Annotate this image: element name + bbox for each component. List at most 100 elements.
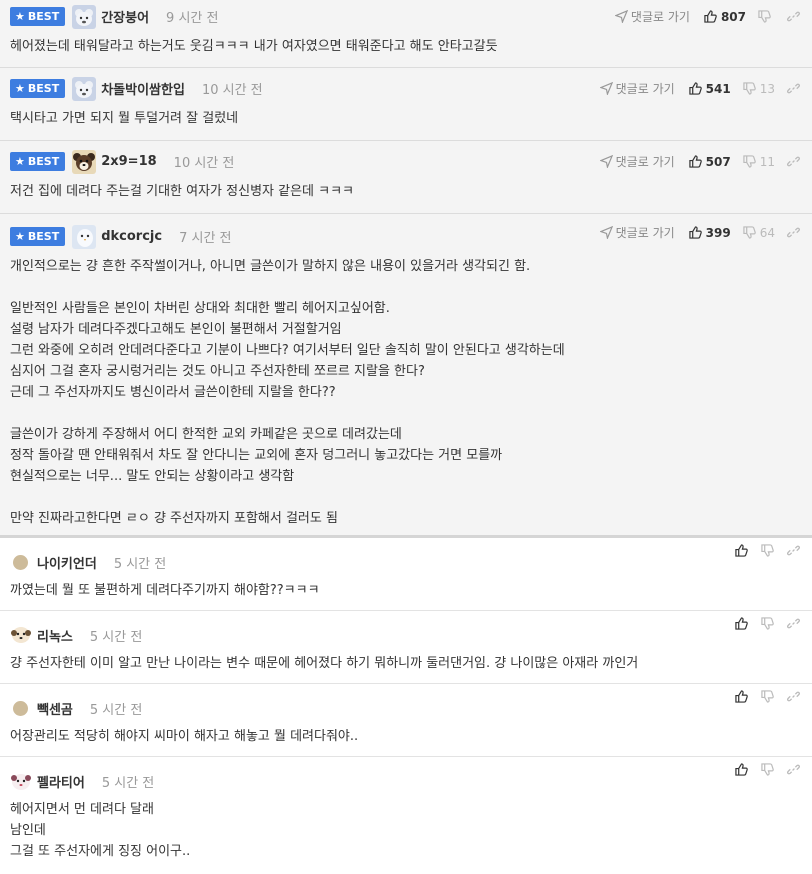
send-icon: [599, 226, 613, 239]
downvote-count: 11: [759, 154, 775, 169]
avatar[interactable]: [72, 4, 97, 29]
best-badge: ★ BEST: [10, 152, 66, 171]
comment-line: 정작 돌아갈 땐 안태워줘서 차도 잘 안다니는 교외에 혼자 덩그러니 놓고갔…: [10, 448, 503, 463]
downvote-button[interactable]: 64: [743, 226, 775, 240]
thumbs-down-icon[interactable]: [761, 689, 774, 703]
star-icon: ★: [15, 82, 25, 95]
comment-line: 그런 와중에 오히려 안데려다준다고 기분이 나쁘다? 여기서부터 일단 솔직히…: [10, 343, 565, 358]
comment-header: 펠라티어 5 시간 전: [10, 762, 802, 799]
comment-line: 남인데: [10, 823, 46, 838]
comment-line: 저건 집에 데려다 주는걸 기대한 여자가 정신병자 같은데 ㅋㅋㅋ: [10, 184, 355, 199]
comment-line: 만약 진짜라고한다면 ㄹㅇ 걍 주선자까지 포함해서 걸러도 됨: [10, 511, 338, 526]
thumbs-up-icon[interactable]: [735, 616, 748, 630]
comment-tools: 댓글로 가기 507 11: [599, 145, 800, 178]
thumbs-down-icon: [743, 226, 756, 239]
downvote-button[interactable]: 11: [743, 155, 775, 169]
avatar[interactable]: [13, 700, 28, 716]
star-icon: ★: [15, 230, 25, 243]
send-icon: [614, 10, 628, 23]
star-icon: ★: [15, 155, 25, 168]
comment-line: [10, 277, 802, 298]
avatar[interactable]: [10, 624, 32, 646]
upvote-button[interactable]: 541: [688, 82, 731, 96]
comment-time: 10 시간 전: [201, 83, 263, 98]
thumbs-up-icon: [704, 10, 717, 23]
comment-line: 헤어지면서 먼 데려다 달래: [10, 802, 154, 817]
downvote-button[interactable]: [758, 10, 775, 23]
best-comment: ★ BEST 간장붕어 9 시간 전 댓글로 가기 807 헤어졌는데 태워달라고…: [0, 0, 812, 68]
send-icon: [599, 82, 613, 95]
comment-body: 저건 집에 데려다 주는걸 기대한 여자가 정신병자 같은데 ㅋㅋㅋ: [10, 178, 802, 215]
comment-line: 글쓴이가 강하게 주장해서 어디 한적한 교외 카페같은 곳으로 데려갔는데: [10, 427, 402, 442]
goto-reply-link[interactable]: 댓글로 가기: [599, 80, 675, 97]
comment-list: ★ BEST 간장붕어 9 시간 전 댓글로 가기 807 헤어졌는데 태워달라고…: [0, 0, 812, 872]
comment-line: 걍 주선자한테 이미 알고 만난 나이라는 변수 때문에 헤어졌다 하기 뭐하니…: [10, 656, 639, 671]
avatar[interactable]: [72, 149, 97, 174]
upvote-button[interactable]: 507: [688, 154, 731, 169]
comment-body: 헤어지면서 먼 데려다 달래 남인데 그걸 또 주선자에게 징징 어이구..: [10, 799, 802, 874]
author-nickname[interactable]: 차돌박이쌈한입: [101, 79, 185, 98]
comment-line: 심지어 그걸 혼자 궁시렁거리는 것도 아니고 주선자한테 쪼르르 지랄을 한다…: [10, 364, 425, 379]
goto-reply-link[interactable]: 댓글로 가기: [599, 153, 675, 170]
avatar[interactable]: [13, 554, 28, 570]
avatar[interactable]: [72, 224, 97, 249]
downvote-count: 13: [759, 81, 775, 96]
thumbs-down-icon: [743, 155, 756, 168]
comment-tools: 댓글로 가기 541 13: [599, 72, 800, 105]
thumbs-down-icon[interactable]: [761, 762, 774, 776]
link-icon[interactable]: [787, 226, 800, 239]
thumbs-up-icon[interactable]: [735, 762, 748, 776]
comment: 펠라티어 5 시간 전 헤어지면서 먼 데려다 달래 남인데 그걸 또 주선자에…: [0, 757, 812, 872]
best-badge: ★ BEST: [10, 7, 66, 26]
comment-time: 9 시간 전: [166, 11, 219, 26]
author-nickname[interactable]: dkcorcjc: [101, 229, 162, 244]
thumbs-down-icon: [758, 10, 771, 23]
comment-line: 헤어졌는데 태워달라고 하는거도 웃김ㅋㅋㅋ 내가 여자였으면 태워준다고 해도…: [10, 39, 498, 54]
thumbs-up-icon[interactable]: [735, 543, 748, 557]
link-icon[interactable]: [787, 690, 800, 703]
comment-line: 근데 그 주선자까지도 병신이라서 글쓴이한테 지랄을 한다??: [10, 385, 336, 400]
link-icon[interactable]: [787, 544, 800, 557]
link-icon[interactable]: [787, 10, 800, 23]
thumbs-up-icon: [688, 155, 702, 168]
link-icon[interactable]: [787, 617, 800, 630]
thumbs-up-icon[interactable]: [735, 689, 748, 703]
comment-line: [10, 403, 802, 424]
link-icon[interactable]: [787, 763, 800, 776]
comment-line: 설령 남자가 데려다주겠다고해도 본인이 불편해서 거절할거임: [10, 322, 342, 337]
author-nickname[interactable]: 2x9=18: [101, 154, 156, 169]
comment-header: ★ BEST 차돌박이쌈한입 10 시간 전 댓글로 가기 541 13: [10, 72, 802, 105]
comment-tools: [735, 751, 800, 787]
downvote-button[interactable]: 13: [743, 82, 775, 96]
comment-tools: [735, 532, 800, 568]
upvote-count: 507: [705, 154, 731, 169]
send-icon: [599, 155, 613, 168]
goto-reply-link[interactable]: 댓글로 가기: [614, 8, 690, 25]
author-nickname[interactable]: 빽센곰: [37, 699, 73, 718]
goto-reply-link[interactable]: 댓글로 가기: [599, 224, 675, 241]
author-nickname[interactable]: 리녹스: [37, 626, 73, 645]
upvote-button[interactable]: 399: [688, 226, 731, 240]
link-icon[interactable]: [787, 82, 800, 95]
comment-time: 5 시간 전: [113, 556, 167, 572]
thumbs-down-icon[interactable]: [761, 543, 774, 557]
best-comment: ★ BEST 차돌박이쌈한입 10 시간 전 댓글로 가기 541 13 택시타고…: [0, 68, 812, 141]
upvote-button[interactable]: 807: [704, 10, 746, 24]
star-icon: ★: [15, 10, 25, 23]
comment-body: 택시타고 가면 되지 뭘 투덜거려 잘 걸렀네: [10, 105, 802, 142]
comment-header: 빽센곰 5 시간 전: [10, 689, 802, 726]
link-icon[interactable]: [787, 155, 800, 168]
comment-tools: [735, 605, 800, 641]
author-nickname[interactable]: 간장붕어: [101, 7, 149, 26]
comment-time: 7 시간 전: [179, 231, 232, 246]
comment-time: 5 시간 전: [89, 702, 143, 718]
avatar[interactable]: [10, 770, 32, 792]
avatar[interactable]: [72, 76, 97, 101]
comment-tools: [735, 678, 800, 714]
author-nickname[interactable]: 펠라티어: [37, 772, 85, 791]
comment-header: ★ BEST 간장붕어 9 시간 전 댓글로 가기 807: [10, 0, 802, 33]
comment-line: 현실적으로는 너무... 말도 안되는 상황이라고 생각함: [10, 469, 295, 484]
author-nickname[interactable]: 나이키언더: [37, 553, 97, 572]
thumbs-down-icon[interactable]: [761, 616, 774, 630]
comment: 나이키언더 5 시간 전 까였는데 뭘 또 불편하게 데려다주기까지 해야함??…: [0, 538, 812, 611]
